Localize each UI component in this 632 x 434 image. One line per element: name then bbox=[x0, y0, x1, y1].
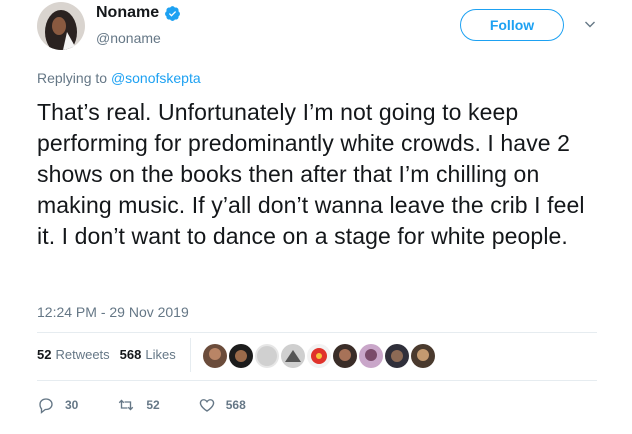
tweet-actions: 30 52 568 bbox=[37, 396, 284, 414]
like-action[interactable]: 568 bbox=[198, 396, 246, 414]
liker-avatar[interactable] bbox=[229, 344, 253, 368]
likes-count: 568 bbox=[119, 347, 142, 362]
retweet-count: 52 bbox=[146, 398, 160, 412]
replying-to-prefix: Replying to bbox=[37, 70, 108, 86]
reply-mention-link[interactable]: @sonofskepta bbox=[111, 70, 201, 86]
replying-to: Replying to @sonofskepta bbox=[37, 70, 201, 86]
follow-button[interactable]: Follow bbox=[460, 9, 564, 41]
tweet-text: That’s real. Unfortunately I’m not going… bbox=[37, 99, 585, 249]
like-count: 568 bbox=[225, 398, 246, 412]
author-name-text[interactable]: Noname bbox=[96, 4, 159, 22]
liker-avatar[interactable] bbox=[411, 344, 435, 368]
retweets-count: 52 bbox=[37, 347, 52, 362]
tweet-timestamp[interactable]: 12:24 PM - 29 Nov 2019 bbox=[37, 304, 189, 320]
stats-separator bbox=[190, 338, 191, 372]
reply-action[interactable]: 30 bbox=[37, 396, 78, 414]
divider-top bbox=[37, 332, 597, 333]
liker-avatars bbox=[203, 344, 437, 368]
liker-avatar[interactable] bbox=[255, 344, 279, 368]
author-handle[interactable]: @noname bbox=[96, 30, 161, 46]
liker-avatar[interactable] bbox=[385, 344, 409, 368]
divider-bottom bbox=[37, 380, 597, 381]
engagement-stats: 52 Retweets 568 Likes bbox=[37, 347, 186, 362]
likes-label: Likes bbox=[145, 347, 176, 362]
verified-badge-icon bbox=[165, 5, 181, 21]
reply-count: 30 bbox=[65, 398, 79, 412]
liker-avatar[interactable] bbox=[333, 344, 357, 368]
liker-avatar[interactable] bbox=[281, 344, 305, 368]
reply-icon bbox=[39, 398, 53, 414]
chevron-down-icon[interactable] bbox=[584, 18, 596, 30]
liker-avatar[interactable] bbox=[359, 344, 383, 368]
retweet-action[interactable]: 52 bbox=[116, 396, 160, 414]
retweets-label: Retweets bbox=[55, 347, 110, 362]
author-avatar[interactable] bbox=[37, 2, 85, 50]
heart-icon bbox=[199, 399, 214, 412]
author-name[interactable]: Noname bbox=[96, 4, 181, 22]
retweet-icon bbox=[119, 399, 134, 411]
retweets-stat[interactable]: 52 Retweets bbox=[37, 347, 110, 362]
likes-stat[interactable]: 568 Likes bbox=[120, 347, 176, 362]
liker-avatar[interactable] bbox=[203, 344, 227, 368]
liker-avatar[interactable] bbox=[307, 344, 331, 368]
